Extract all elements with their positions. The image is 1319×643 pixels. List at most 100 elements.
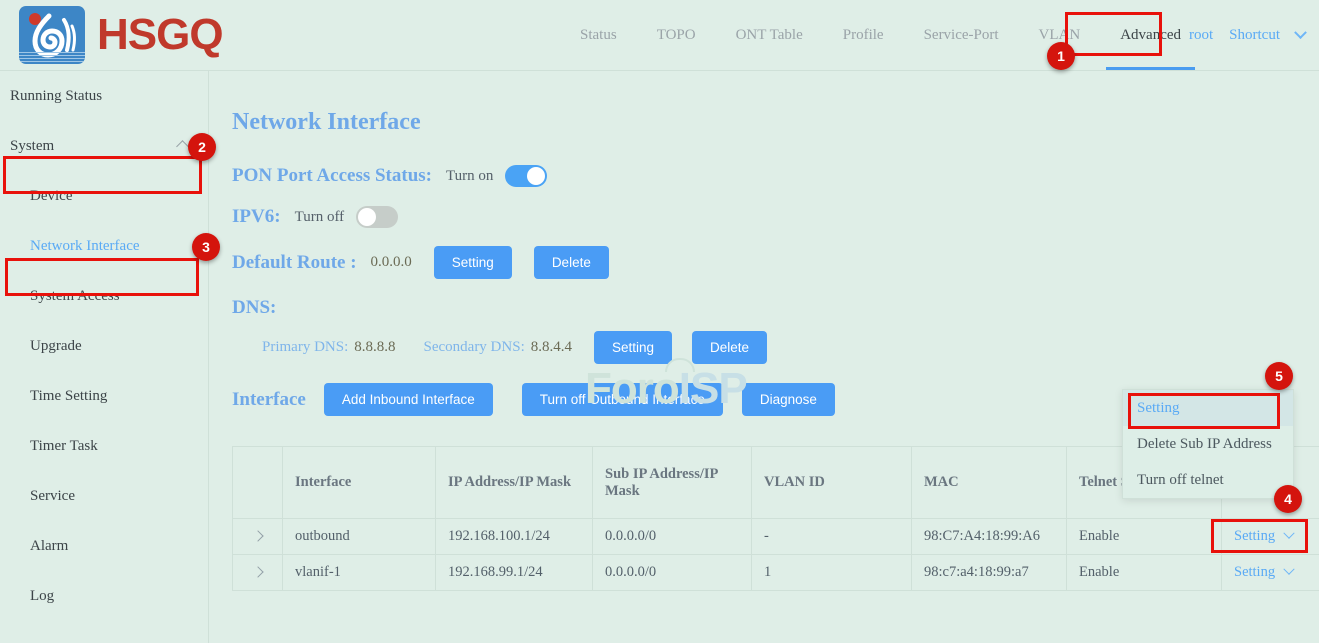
dns-delete-button[interactable]: Delete: [692, 331, 767, 364]
sidebar-item-system[interactable]: System: [0, 121, 208, 171]
cell-sub-ip-mask: 0.0.0.0/0: [593, 555, 752, 591]
sidebar-item-label: Timer Task: [30, 438, 98, 455]
annotation-badge-5: 5: [1265, 362, 1293, 390]
sidebar-item-upgrade[interactable]: Upgrade: [0, 321, 208, 371]
row-setting-link[interactable]: Setting: [1234, 528, 1293, 544]
sidebar-item-network-interface[interactable]: Network Interface: [0, 221, 208, 271]
annotation-badge-4: 4: [1274, 485, 1302, 513]
diagnose-button[interactable]: Diagnose: [742, 383, 835, 416]
brand-name: HSGQ: [97, 13, 223, 57]
user-name-link[interactable]: root: [1189, 27, 1213, 44]
dropdown-item-delete-sub-ip-address[interactable]: Delete Sub IP Address: [1123, 426, 1293, 462]
default-route-value: 0.0.0.0: [371, 254, 412, 271]
secondary-dns-label: Secondary DNS:: [424, 339, 525, 356]
sidebar-item-label: Network Interface: [30, 238, 140, 255]
chevron-down-icon[interactable]: [1283, 564, 1294, 575]
user-navigation: root Shortcut: [1189, 0, 1305, 70]
sidebar-item-log[interactable]: Log: [0, 571, 208, 621]
nav-item-topo[interactable]: TOPO: [637, 0, 716, 70]
chevron-right-icon[interactable]: [252, 566, 263, 577]
column-header-interface: Interface: [283, 447, 436, 519]
table-row[interactable]: vlanif-1 192.168.99.1/24 0.0.0.0/0 1 98:…: [233, 555, 1319, 591]
sidebar-item-label: System Access: [30, 288, 120, 305]
nav-item-service-port[interactable]: Service-Port: [904, 0, 1019, 70]
column-header-ip-address: IP Address/IP Mask: [436, 447, 593, 519]
ipv6-state-text: Turn off: [295, 209, 345, 226]
row-setting-label: Setting: [1234, 564, 1275, 580]
default-route-label: Default Route :: [232, 252, 357, 274]
chevron-up-icon: [176, 140, 189, 153]
dropdown-item-setting[interactable]: Setting: [1123, 390, 1293, 426]
dns-section-header: DNS:: [232, 297, 1319, 319]
table-row[interactable]: outbound 192.168.100.1/24 0.0.0.0/0 - 98…: [233, 519, 1319, 555]
sidebar-item-time-setting[interactable]: Time Setting: [0, 371, 208, 421]
turn-off-outbound-interface-button[interactable]: Turn off Outbound Interface: [522, 383, 723, 416]
row-action-dropdown-menu[interactable]: Setting Delete Sub IP Address Turn off t…: [1122, 389, 1294, 499]
cell-operation[interactable]: Setting: [1222, 519, 1319, 555]
top-header-bar: HSGQ Status TOPO ONT Table Profile Servi…: [0, 0, 1319, 71]
app-root: HSGQ Status TOPO ONT Table Profile Servi…: [0, 0, 1319, 643]
nav-item-profile[interactable]: Profile: [823, 0, 904, 70]
primary-dns-value: 8.8.8.8: [354, 339, 395, 356]
default-route-delete-button[interactable]: Delete: [534, 246, 609, 279]
dns-setting-button[interactable]: Setting: [594, 331, 672, 364]
row-expand-cell[interactable]: [233, 555, 283, 591]
dns-values-row: Primary DNS: 8.8.8.8 Secondary DNS: 8.8.…: [262, 331, 1319, 364]
cell-ip-mask: 192.168.99.1/24: [436, 555, 593, 591]
ipv6-toggle[interactable]: [356, 206, 398, 228]
sidebar-item-label: Alarm: [30, 538, 68, 555]
toggle-knob: [358, 208, 376, 226]
table-body: outbound 192.168.100.1/24 0.0.0.0/0 - 98…: [233, 519, 1319, 591]
brand-logo[interactable]: HSGQ: [19, 6, 223, 64]
row-setting-label: Setting: [1234, 528, 1275, 544]
annotation-badge-3: 3: [192, 233, 220, 261]
cell-telnet-status: Enable: [1067, 519, 1222, 555]
sidebar-item-label: Device: [30, 188, 72, 205]
cell-vlan-id: 1: [752, 555, 912, 591]
sidebar-item-service[interactable]: Service: [0, 471, 208, 521]
pon-status-row: PON Port Access Status: Turn on: [232, 165, 1319, 187]
add-inbound-interface-button[interactable]: Add Inbound Interface: [324, 383, 493, 416]
dropdown-item-turn-off-telnet[interactable]: Turn off telnet: [1123, 462, 1293, 498]
sidebar-item-label: Upgrade: [30, 338, 82, 355]
logo-stripes: [19, 52, 85, 61]
row-expand-cell[interactable]: [233, 519, 283, 555]
chevron-down-icon[interactable]: [1283, 528, 1294, 539]
shortcut-menu[interactable]: Shortcut: [1229, 27, 1280, 44]
sidebar-item-running-status[interactable]: Running Status: [0, 71, 208, 121]
page-title: Network Interface: [232, 109, 1319, 136]
cell-interface: vlanif-1: [283, 555, 436, 591]
chevron-down-icon[interactable]: [1294, 26, 1307, 39]
primary-dns-label: Primary DNS:: [262, 339, 348, 356]
sidebar-item-alarm[interactable]: Alarm: [0, 521, 208, 571]
sidebar-item-label: System: [10, 138, 54, 155]
sidebar-item-device[interactable]: Device: [0, 171, 208, 221]
default-route-row: Default Route : 0.0.0.0 Setting Delete: [232, 246, 1319, 279]
column-header-expand: [233, 447, 283, 519]
hsgq-logo-icon: [19, 6, 85, 64]
toggle-knob: [527, 167, 545, 185]
sidebar-item-system-access[interactable]: System Access: [0, 271, 208, 321]
annotation-badge-2: 2: [188, 133, 216, 161]
row-setting-link[interactable]: Setting: [1234, 564, 1293, 580]
sidebar-item-label: Time Setting: [30, 388, 107, 405]
nav-item-advanced[interactable]: Advanced: [1100, 0, 1201, 70]
chevron-right-icon[interactable]: [252, 530, 263, 541]
ipv6-row: IPV6: Turn off: [232, 206, 1319, 228]
pon-status-toggle[interactable]: [505, 165, 547, 187]
annotation-badge-1: 1: [1047, 42, 1075, 70]
column-header-vlan-id: VLAN ID: [752, 447, 912, 519]
default-route-setting-button[interactable]: Setting: [434, 246, 512, 279]
content-area: Network Interface ForoISP PON Port Acces…: [210, 71, 1319, 643]
cell-operation[interactable]: Setting: [1222, 555, 1319, 591]
column-header-mac: MAC: [912, 447, 1067, 519]
pon-status-state-text: Turn on: [446, 168, 493, 185]
cell-sub-ip-mask: 0.0.0.0/0: [593, 519, 752, 555]
cell-interface: outbound: [283, 519, 436, 555]
column-header-sub-ip-address: Sub IP Address/IP Mask: [593, 447, 752, 519]
nav-item-status[interactable]: Status: [560, 0, 637, 70]
sidebar-item-timer-task[interactable]: Timer Task: [0, 421, 208, 471]
sidebar-item-label: Service: [30, 488, 75, 505]
interface-label: Interface: [232, 389, 306, 411]
nav-item-ont-table[interactable]: ONT Table: [716, 0, 823, 70]
